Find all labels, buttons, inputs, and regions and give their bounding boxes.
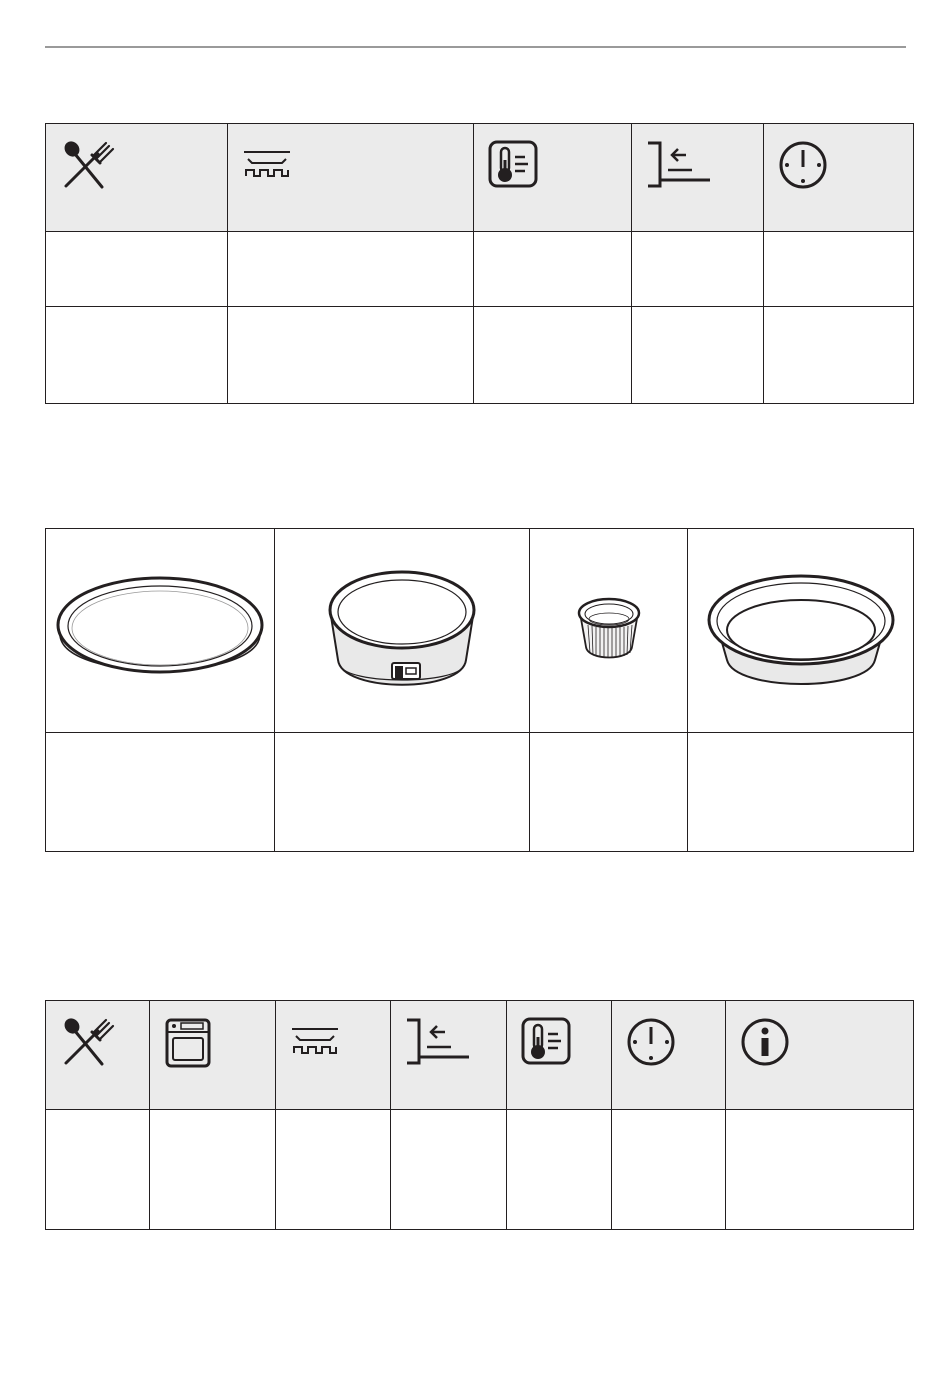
table-cell xyxy=(763,306,914,404)
header-cell-shelf-level xyxy=(390,1000,507,1110)
header-cell-temperature xyxy=(506,1000,612,1110)
header-cell-shelf-level xyxy=(631,123,764,232)
table-cell xyxy=(45,231,228,307)
header-cell-food xyxy=(45,123,228,232)
table-cell xyxy=(687,732,914,852)
table-cell xyxy=(473,306,632,404)
table-cell xyxy=(631,231,764,307)
springform-tin-illustration xyxy=(328,570,476,686)
cutlery-icon xyxy=(64,141,115,189)
header-cell-time xyxy=(763,123,914,232)
table-row xyxy=(45,1109,914,1230)
ramekin-illustration xyxy=(577,597,640,659)
table-cell xyxy=(275,1109,391,1230)
header-cell-temperature xyxy=(473,123,632,232)
table-cell xyxy=(506,1109,612,1230)
table-row xyxy=(45,306,914,404)
table-cell xyxy=(390,1109,507,1230)
table-cell xyxy=(227,231,474,307)
table-cell xyxy=(45,306,228,404)
table-cell xyxy=(473,231,632,307)
info-icon xyxy=(741,1018,789,1066)
table-cell xyxy=(274,732,530,852)
table-cell xyxy=(763,231,914,307)
bakeware-image-row xyxy=(45,528,914,733)
table-header-row xyxy=(45,123,914,232)
cutlery-icon xyxy=(64,1018,115,1066)
tray-icon xyxy=(244,151,290,177)
bakeware-cell xyxy=(45,528,275,733)
temperature-icon xyxy=(488,140,538,188)
temperature-icon xyxy=(521,1017,571,1065)
shelf-level-icon xyxy=(648,141,710,188)
baking-table-1 xyxy=(45,123,914,404)
time-icon xyxy=(627,1018,675,1066)
bakeware-cell xyxy=(529,528,688,733)
table-cell xyxy=(149,1109,276,1230)
bakeware-label-row xyxy=(45,732,914,852)
table-row xyxy=(45,231,914,307)
shelf-level-icon xyxy=(407,1018,469,1065)
header-cell-oven-function xyxy=(149,1000,276,1110)
table-cell xyxy=(725,1109,914,1230)
table-header-row xyxy=(45,1000,914,1110)
header-cell-tray xyxy=(275,1000,391,1110)
time-icon xyxy=(779,141,827,189)
table-cell xyxy=(529,732,688,852)
bakeware-cell xyxy=(274,528,530,733)
baking-table-2 xyxy=(45,1000,914,1230)
header-cell-info xyxy=(725,1000,914,1110)
oven-function-icon xyxy=(165,1018,211,1068)
table-cell xyxy=(45,1109,150,1230)
table-cell xyxy=(611,1109,726,1230)
bakeware-table xyxy=(45,528,914,852)
bakeware-cell xyxy=(687,528,914,733)
table-cell xyxy=(227,306,474,404)
top-rule xyxy=(45,46,906,48)
header-cell-tray xyxy=(227,123,474,232)
table-cell xyxy=(631,306,764,404)
header-cell-time xyxy=(611,1000,726,1110)
header-cell-food xyxy=(45,1000,150,1110)
tray-icon xyxy=(292,1028,338,1054)
flan-base-tin-illustration xyxy=(56,576,264,674)
table-cell xyxy=(45,732,275,852)
deep-pie-dish-illustration xyxy=(707,574,894,685)
